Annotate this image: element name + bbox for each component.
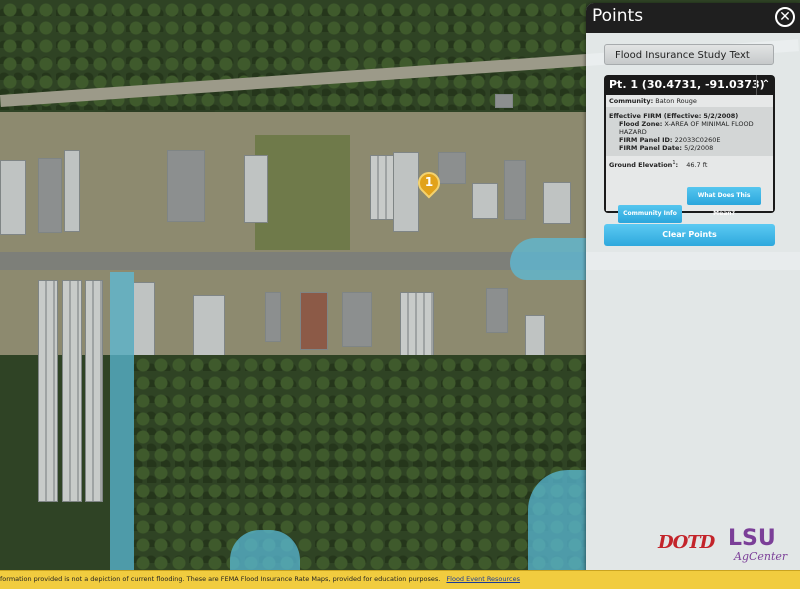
lsu-logo: LSU: [728, 526, 776, 551]
point-header-text: Pt. 1 (30.4731, -91.0373): [609, 78, 765, 91]
firm-panel-id-label: FIRM Panel ID:: [619, 136, 673, 144]
ground-elevation-row: Ground Elevation1: 46.7 ft: [606, 156, 773, 171]
map-building: [438, 152, 466, 184]
chevron-up-icon[interactable]: ⌃: [756, 75, 775, 95]
close-icon[interactable]: ✕: [775, 7, 795, 27]
sponsor-logos: DOTD LSU AgCenter: [658, 526, 798, 570]
ground-elevation-value: 46.7 ft: [686, 161, 708, 170]
ground-elevation-label: Ground Elevation: [609, 161, 673, 170]
ground-elevation-colon: :: [675, 161, 679, 170]
flood-zone-east: [510, 238, 586, 280]
map-building: [0, 160, 26, 235]
panel-header: Points ✕: [586, 3, 800, 33]
dotd-logo: DOTD: [658, 532, 715, 553]
map-building: [543, 182, 571, 224]
point-card: Pt. 1 (30.4731, -91.0373) ⌃ Community: B…: [604, 75, 775, 223]
map-building: [504, 160, 526, 220]
map-building: [400, 292, 434, 360]
community-info-button[interactable]: Community Info: [618, 205, 682, 223]
what-does-this-mean-button[interactable]: What Does This Mean?: [687, 187, 762, 217]
point-marker[interactable]: 1: [413, 167, 445, 202]
map-building: [472, 183, 498, 219]
point-action-buttons: Community Info What Does This Mean?: [618, 187, 768, 223]
flood-zone-canal: [110, 272, 134, 570]
agcenter-logo: AgCenter: [734, 550, 788, 563]
map-building: [38, 158, 62, 233]
map-building: [244, 155, 268, 223]
map-building: [133, 282, 155, 357]
map-building: [265, 292, 281, 342]
points-panel: Points ✕ Flood Insurance Study Text Pt. …: [586, 3, 800, 579]
map-building: [167, 150, 205, 222]
map-building: [300, 292, 328, 350]
flood-event-resources-link[interactable]: Flood Event Resources: [446, 575, 520, 583]
map-building: [495, 94, 513, 108]
effective-firm-label: Effective FIRM (Effective:: [609, 112, 702, 120]
map-building: [486, 288, 508, 333]
point-header[interactable]: Pt. 1 (30.4731, -91.0373) ⌃: [604, 75, 775, 95]
point-marker-number: 1: [424, 175, 434, 189]
map-grass-patch: [255, 135, 350, 250]
panel-title: Points: [592, 6, 644, 26]
map-forest-south: [133, 355, 586, 570]
effective-firm-value: 5/2/2008): [703, 112, 739, 120]
disclaimer-bar: formation provided is not a depiction of…: [0, 570, 800, 589]
point-details: Community: Baton Rouge Effective FIRM (E…: [606, 95, 773, 223]
map-building: [62, 280, 82, 502]
map-building: [342, 292, 372, 347]
community-label: Community:: [609, 97, 654, 105]
clear-points-button[interactable]: Clear Points: [604, 224, 775, 246]
map-building: [64, 150, 80, 232]
firm-panel-date-value: 5/2/2008: [684, 144, 714, 152]
map-building: [38, 280, 58, 502]
firm-panel-date-label: FIRM Panel Date:: [619, 144, 682, 152]
firm-section: Effective FIRM (Effective: 5/2/2008) Flo…: [606, 107, 773, 156]
firm-panel-id-value: 22033C0260E: [674, 136, 721, 144]
map-building: [193, 295, 225, 357]
community-value: Baton Rouge: [655, 97, 697, 105]
map-building: [85, 280, 103, 502]
community-row: Community: Baton Rouge: [606, 95, 773, 107]
disclaimer-text: formation provided is not a depiction of…: [0, 575, 441, 583]
map-building: [370, 155, 394, 220]
map-building: [393, 152, 419, 232]
flood-zone-southeast: [528, 470, 586, 570]
flood-zone-label: Flood Zone:: [619, 120, 663, 128]
flood-insurance-study-button[interactable]: Flood Insurance Study Text: [604, 44, 774, 65]
